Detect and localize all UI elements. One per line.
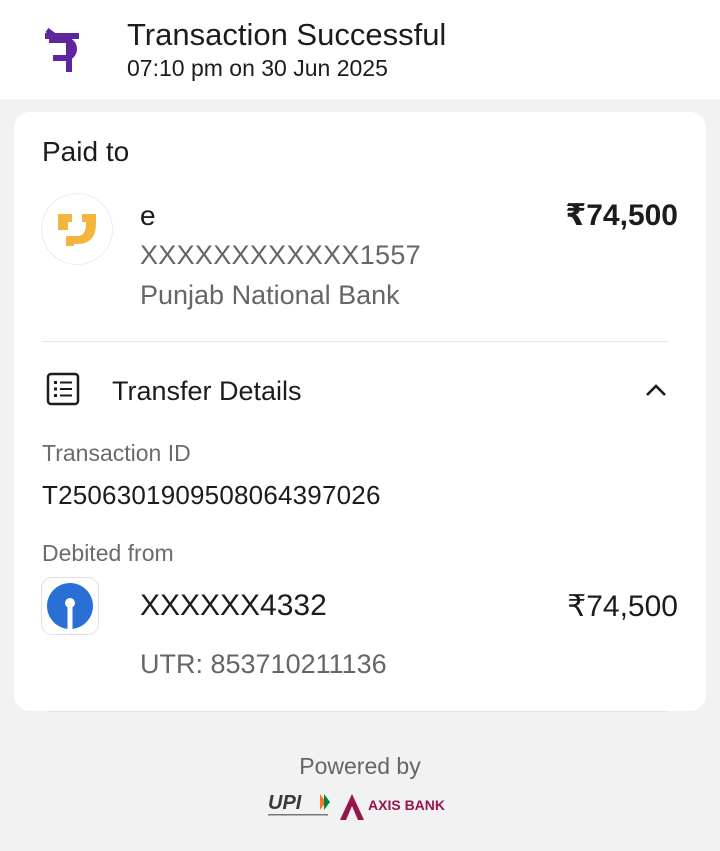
axis-bank-logo-text: AXIS BANK xyxy=(368,797,445,813)
divider xyxy=(42,341,668,342)
partner-logos: UPI AXIS BANK xyxy=(268,790,458,822)
debited-from-label: Debited from xyxy=(42,540,174,566)
divider xyxy=(48,711,666,712)
payee-account-number: XXXXXXXXXXXX1557 xyxy=(140,240,421,270)
transaction-id-value: T2506301909508064397026 xyxy=(42,480,381,510)
upi-logo-text: UPI xyxy=(268,792,302,814)
phonepe-logo-icon xyxy=(45,28,79,72)
receipt-list-icon xyxy=(46,372,80,406)
transaction-timestamp: 07:10 pm on 30 Jun 2025 xyxy=(127,55,388,81)
chevron-up-icon[interactable] xyxy=(644,378,668,402)
upi-axis-logo-icon: UPI AXIS BANK xyxy=(268,792,445,820)
utr-number: UTR: 853710211136 xyxy=(140,649,387,679)
transaction-id-label: Transaction ID xyxy=(42,440,191,466)
sbi-logo-icon xyxy=(42,578,98,634)
payee-name: e xyxy=(140,200,156,231)
paid-to-heading: Paid to xyxy=(42,136,130,167)
page-title: Transaction Successful xyxy=(127,17,447,52)
powered-by-label: Powered by xyxy=(299,753,421,779)
header: Transaction Successful 07:10 pm on 30 Ju… xyxy=(0,0,720,99)
debit-account-number: XXXXXX4332 xyxy=(140,589,327,622)
debit-amount: ₹74,500 xyxy=(567,590,678,623)
paid-amount: ₹74,500 xyxy=(565,199,678,232)
transaction-card: Paid to e XXXXXXXXXXXX1557 Punjab Nation… xyxy=(14,112,706,711)
pnb-logo-icon xyxy=(42,194,112,264)
payee-bank-name: Punjab National Bank xyxy=(140,280,400,310)
transfer-details-title[interactable]: Transfer Details xyxy=(112,376,302,407)
